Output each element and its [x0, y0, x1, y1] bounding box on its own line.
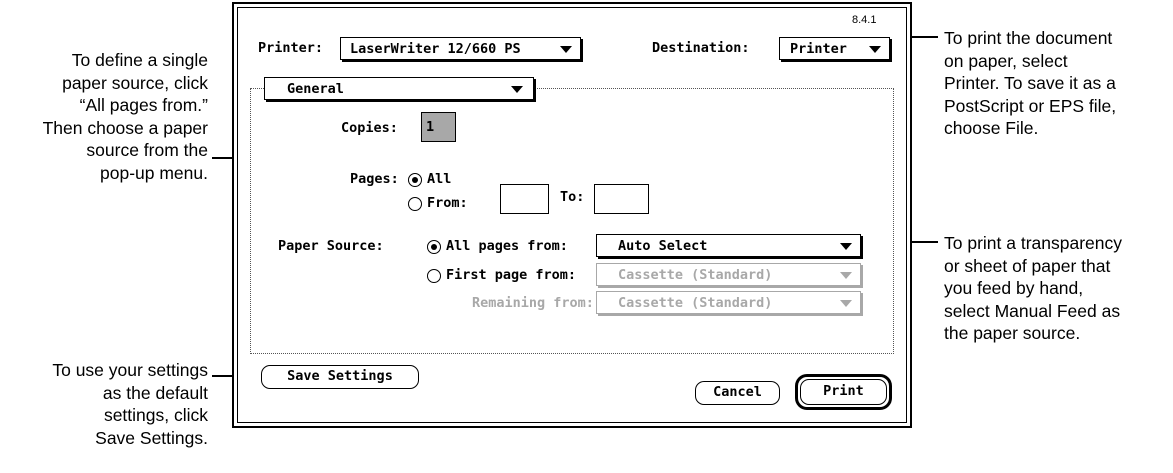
all-pages-from-popup[interactable]: Auto Select: [596, 234, 861, 257]
version-label: 8.4.1: [852, 14, 877, 26]
print-button[interactable]: Print: [800, 379, 887, 405]
save-settings-button[interactable]: Save Settings: [261, 365, 419, 389]
callout-destination: To print the document on paper, select P…: [944, 27, 1169, 140]
remaining-from-label: Remaining from:: [472, 295, 594, 311]
callout-line: To print a transparency: [944, 233, 1123, 253]
all-pages-from-value: Auto Select: [618, 238, 708, 254]
panel-popup[interactable]: General: [264, 77, 534, 100]
remaining-from-value: Cassette (Standard): [618, 295, 773, 311]
callout-line: settings, click: [103, 405, 208, 426]
callout-line: To use your settings: [52, 360, 208, 380]
printer-label: Printer:: [258, 40, 324, 56]
callout-line: Printer. To save it as a: [944, 73, 1116, 94]
chevron-down-icon: [869, 46, 881, 53]
callout-line: pop-up menu.: [100, 162, 208, 183]
paper-source-label: Paper Source:: [278, 238, 384, 254]
pages-from-field[interactable]: [500, 184, 549, 214]
callout-line: select Manual Feed as: [944, 300, 1121, 321]
all-pages-from-label: All pages from:: [446, 238, 568, 254]
callout-line: or sheet of paper that: [944, 255, 1111, 276]
callout-line: as the default: [102, 382, 208, 403]
chevron-down-icon: [840, 272, 852, 279]
callout-line: To print the document: [944, 28, 1113, 48]
cancel-button[interactable]: Cancel: [695, 381, 780, 405]
callout-line: To define a single: [71, 50, 208, 70]
copies-value: 1: [426, 119, 435, 135]
first-page-from-radio[interactable]: [427, 269, 441, 283]
pages-label: Pages:: [350, 171, 399, 187]
callout-line: on paper, select: [944, 50, 1068, 71]
callout-line: you feed by hand,: [944, 278, 1084, 299]
callout-manual-feed: To print a transparency or sheet of pape…: [944, 232, 1169, 345]
pages-to-label: To:: [560, 189, 585, 205]
copies-label: Copies:: [341, 120, 398, 136]
panel-popup-value: General: [287, 81, 344, 97]
printer-popup[interactable]: LaserWriter 12/660 PS: [340, 37, 581, 60]
callout-line: source from the: [86, 140, 208, 161]
chevron-down-icon: [511, 86, 523, 93]
callout-line: paper source, click: [62, 72, 208, 93]
copies-field[interactable]: 1: [421, 112, 456, 142]
pages-to-field[interactable]: [594, 184, 649, 214]
destination-label: Destination:: [652, 40, 750, 56]
first-page-from-label: First page from:: [446, 267, 577, 283]
chevron-down-icon: [560, 46, 572, 53]
first-page-from-value: Cassette (Standard): [618, 267, 773, 283]
callout-line: PostScript or EPS file,: [944, 95, 1117, 116]
remaining-from-popup[interactable]: Cassette (Standard): [596, 291, 861, 314]
destination-popup[interactable]: Printer: [779, 37, 890, 60]
chevron-down-icon: [840, 300, 852, 307]
pages-all-radio[interactable]: [408, 173, 422, 187]
callout-line: the paper source.: [944, 323, 1081, 344]
print-dialog: 8.4.1 Printer: LaserWriter 12/660 PS Des…: [232, 2, 912, 428]
callout-line: “All pages from.”: [79, 95, 208, 116]
pages-from-radio[interactable]: [408, 197, 422, 211]
callout-line: Then choose a paper: [42, 117, 208, 138]
first-page-from-popup[interactable]: Cassette (Standard): [596, 263, 861, 286]
callout-single-paper-source: To define a single paper source, click “…: [8, 49, 208, 185]
printer-popup-value: LaserWriter 12/660 PS: [350, 41, 521, 57]
destination-popup-value: Printer: [790, 41, 847, 57]
callout-line: Save Settings.: [95, 427, 208, 448]
chevron-down-icon: [840, 243, 852, 250]
callout-save-settings: To use your settings as the default sett…: [8, 359, 208, 449]
callout-line: choose File.: [944, 118, 1039, 139]
pages-all-label: All: [427, 171, 452, 187]
all-pages-from-radio[interactable]: [427, 240, 441, 254]
pages-from-label: From:: [427, 195, 468, 211]
